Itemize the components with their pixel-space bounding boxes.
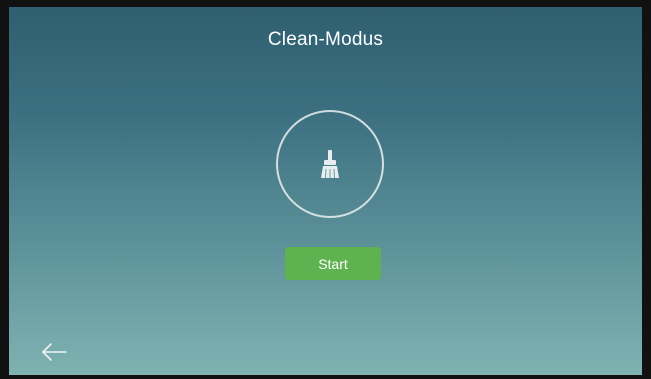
arrow-left-icon xyxy=(42,343,67,361)
broom-icon xyxy=(321,150,339,179)
back-button[interactable] xyxy=(37,341,71,363)
clean-mode-icon-circle xyxy=(276,110,384,218)
start-button[interactable]: Start xyxy=(285,247,381,280)
page-title: Clean-Modus xyxy=(267,29,384,50)
clean-mode-screen: Clean-Modus Start xyxy=(9,7,642,375)
